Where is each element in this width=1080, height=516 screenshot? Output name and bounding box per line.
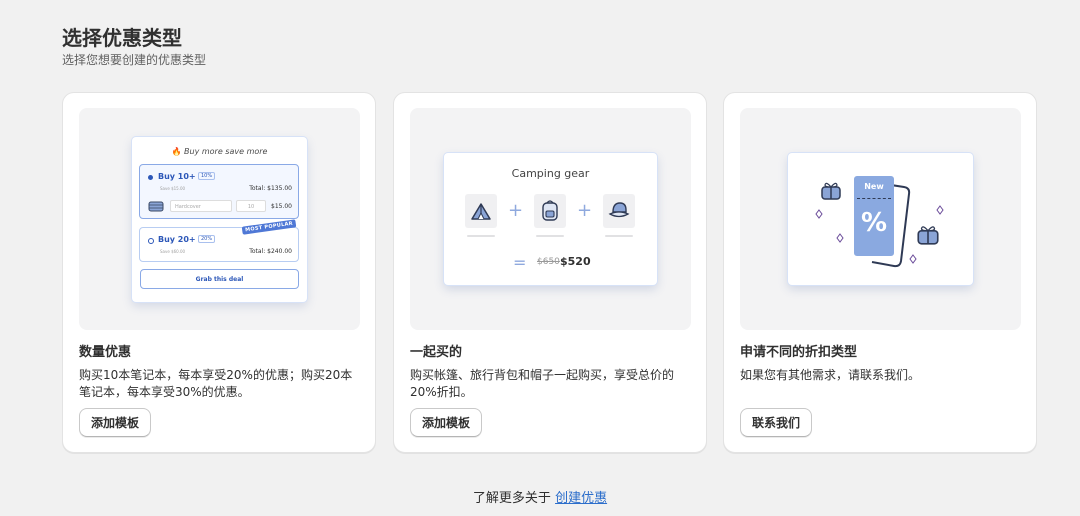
tent-icon [471,203,491,220]
plus-icon: + [577,200,593,221]
footer-prefix: 了解更多关于 [472,491,551,506]
tier-label: Buy 20+ [158,235,196,244]
variant-price: $15.00 [271,203,292,210]
custom-discount-illustration: New % [740,108,1021,330]
new-price: $520 [560,255,591,268]
offer-panel: 🔥 Buy more save more Buy 10+ 10% Save $1… [132,137,307,302]
item-placeholder-line [536,235,564,237]
variant-select: Hardcover [170,200,232,212]
card-title: 申请不同的折扣类型 [740,345,858,360]
tier-badge: 20% [198,235,216,243]
hat-icon [608,202,630,218]
sparkle-icon [815,209,823,219]
grab-deal-button: Grab this deal [140,269,299,289]
card-description: 购买帐篷、旅行背包和帽子一起购买，享受总价的20%折扣。 [410,368,675,399]
fire-icon: 🔥 [171,147,182,156]
tier-badge: 10% [198,172,216,180]
add-template-button[interactable]: 添加模板 [79,408,152,437]
add-template-button[interactable]: 添加模板 [410,408,483,437]
tier-save: Save $60.00 [160,249,186,254]
backpack-icon [542,200,558,221]
camping-heading: Camping gear [511,167,590,180]
tier-total: Total: $240.00 [249,248,292,255]
volume-discount-illustration: 🔥 Buy more save more Buy 10+ 10% Save $1… [79,108,360,330]
card-description: 购买10本笔记本，每本享受20%的优惠；购买20本笔记本，每本享受30%的优惠。 [79,368,353,399]
backpack-item [534,194,566,228]
tier-save: Save $15.00 [160,186,186,191]
item-placeholder-line [605,235,633,237]
discount-card-volume: 🔥 Buy more save more Buy 10+ 10% Save $1… [62,92,376,453]
card-description: 如果您有其他需求，请联系我们。 [740,368,921,382]
notebook-icon [148,201,164,212]
sparkle-icon [936,205,944,215]
percent-symbol: % [860,208,888,238]
offer-heading-text: Buy more save more [184,147,268,156]
page-title: 选择优惠类型 [62,26,182,50]
sparkle-icon [836,233,844,243]
tier-option: Buy 10+ 10% Save $15.00 Total: $135.00 H… [139,164,299,219]
gift-icon [917,226,939,245]
card-title: 数量优惠 [79,345,132,360]
plus-icon: + [508,200,524,221]
tier-total: Total: $135.00 [249,185,292,192]
radio-selected-icon [148,175,153,180]
item-placeholder-line [467,235,495,237]
create-discount-link[interactable]: 创建优惠 [555,491,607,506]
old-price: $650 [537,257,560,267]
card-title: 一起买的 [410,345,463,360]
tent-item [465,194,497,228]
radio-unselected-icon [148,238,154,244]
bundle-discount-illustration: Camping gear + + = $650 $520 [410,108,691,330]
contact-us-button[interactable]: 联系我们 [740,408,813,437]
page-subtitle: 选择您想要创建的优惠类型 [62,53,207,67]
coupon-new-tag: New [864,182,884,191]
offer-heading: 🔥 Buy more save more [132,147,307,156]
discount-panel: New % [788,153,973,285]
discount-card-custom: New % 申请不同的折扣类型 如果您有其他需求，请联系我们。 联系我们 [723,92,1037,453]
variant-row: Hardcover 10 $15.00 [148,200,292,213]
tier-label: Buy 10+ [158,172,196,181]
hat-item [603,194,635,228]
discount-card-bundle: Camping gear + + = $650 $520 一起买的 购买帐篷、旅… [393,92,707,453]
camping-panel: Camping gear + + = $650 $520 [444,153,657,285]
gift-icon [821,182,841,200]
coupon-ticket: New % [854,176,894,256]
equals-icon: = [513,253,527,272]
footer-learn-more: 了解更多关于 创建优惠 [0,487,1080,506]
coupon-divider [857,198,891,199]
tier-option: Buy 20+ 20% Save $60.00 Total: $240.00 [139,227,299,262]
variant-quantity: 10 [236,200,266,212]
